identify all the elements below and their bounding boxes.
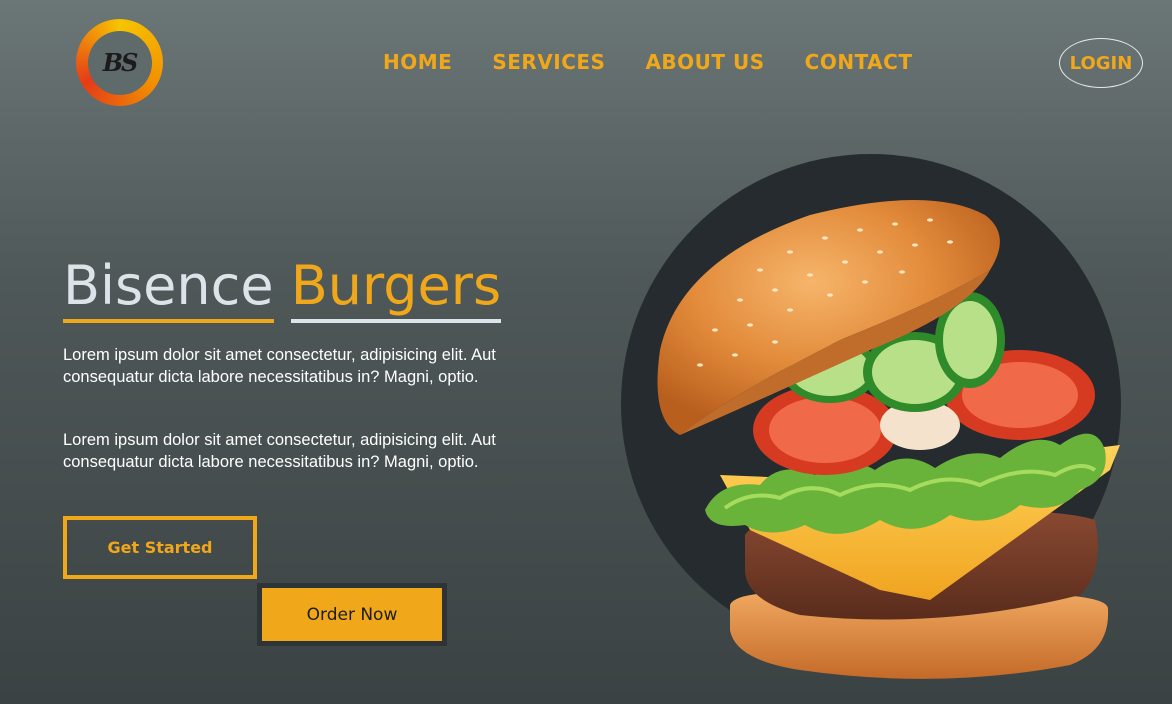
nav-about-us[interactable]: ABOUT US: [645, 50, 764, 74]
main-nav: HOME SERVICES ABOUT US CONTACT: [383, 50, 912, 74]
login-button[interactable]: LOGIN: [1059, 38, 1143, 88]
hero-paragraph-2: Lorem ipsum dolor sit amet consectetur, …: [63, 431, 496, 471]
nav-home[interactable]: HOME: [383, 50, 452, 74]
logo-text: BS: [87, 30, 152, 95]
nav-services[interactable]: SERVICES: [492, 50, 605, 74]
hero-title: Bisence Burgers: [63, 254, 502, 323]
logo[interactable]: BS: [76, 19, 163, 106]
hero-title-second: Burgers: [290, 254, 502, 323]
hero-paragraph-1: Lorem ipsum dolor sit amet consectetur, …: [63, 346, 496, 386]
nav-contact[interactable]: CONTACT: [805, 50, 913, 74]
get-started-button[interactable]: Get Started: [63, 516, 257, 579]
order-now-button[interactable]: Order Now: [257, 583, 447, 646]
burger-image: [657, 200, 1120, 679]
hero-title-first: Bisence: [63, 254, 274, 323]
